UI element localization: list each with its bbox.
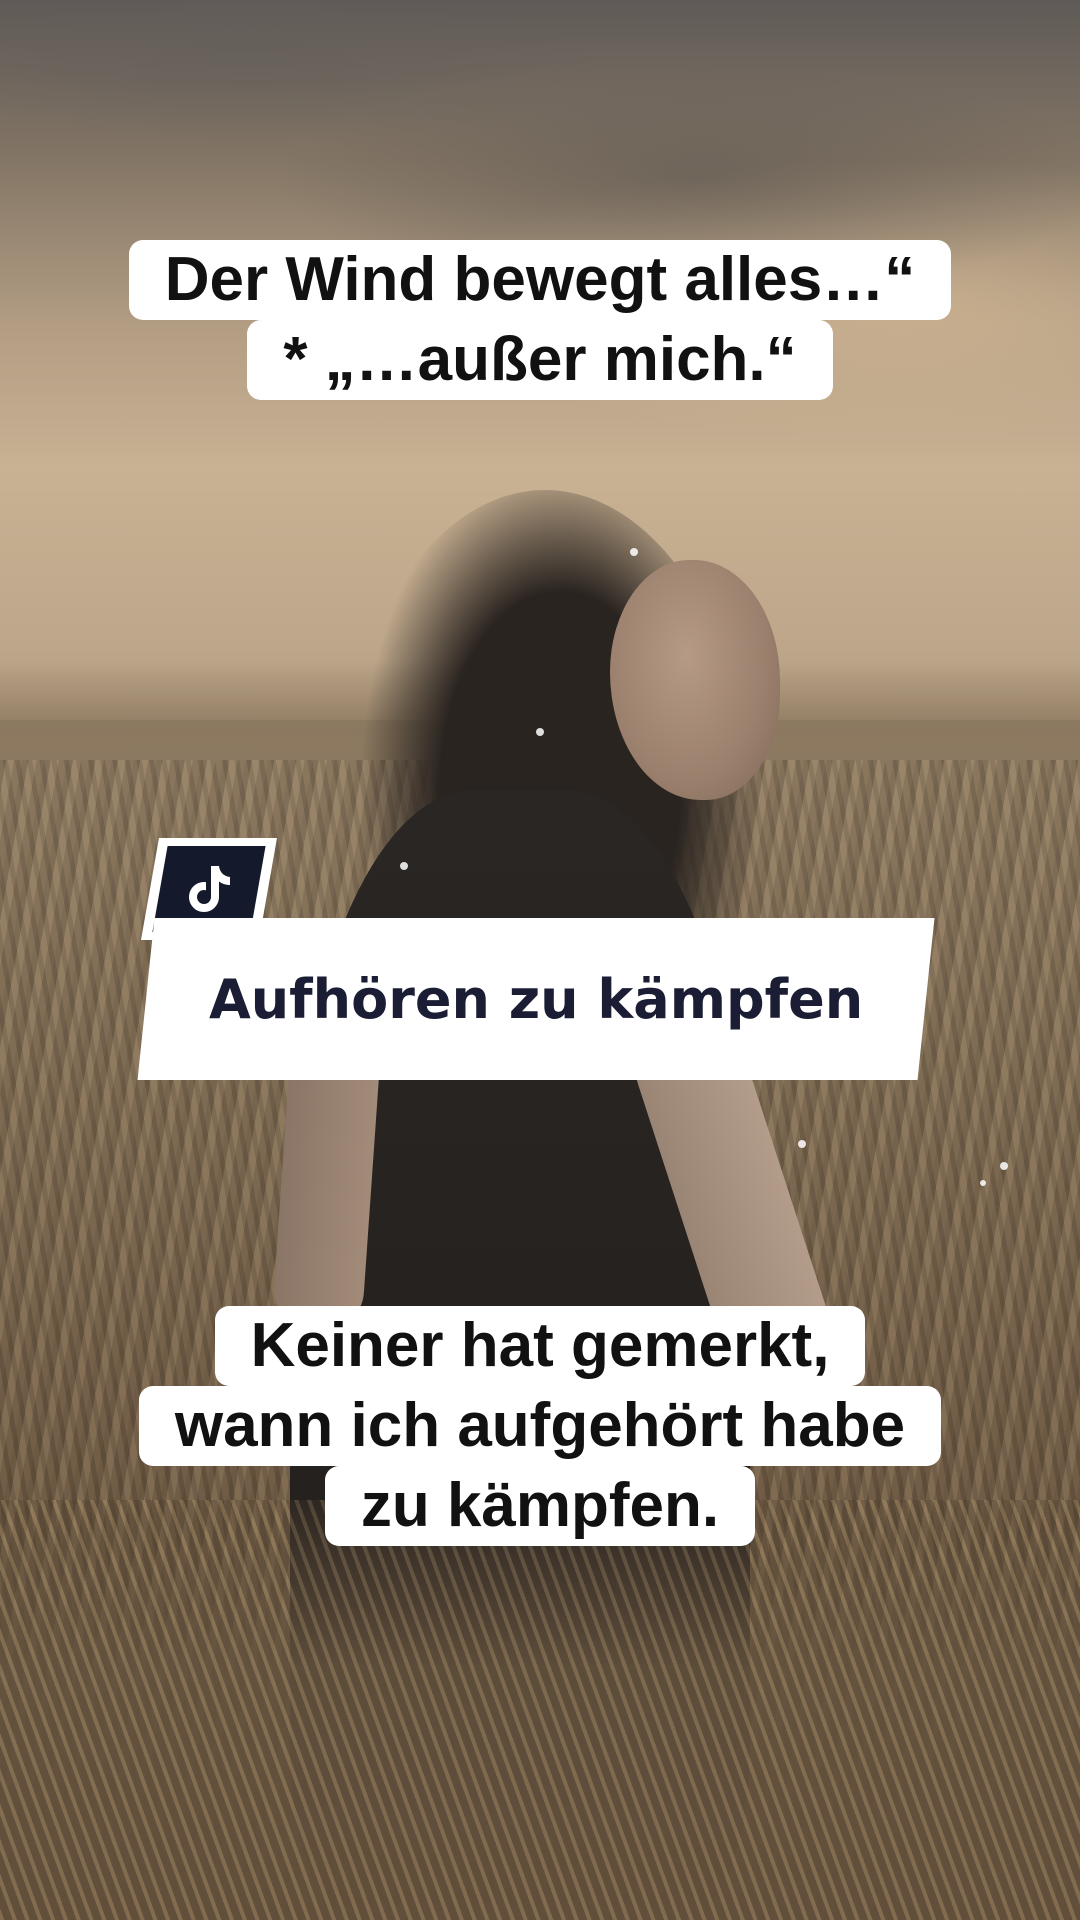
bottom-caption-line-3: zu kämpfen.: [324, 1466, 756, 1546]
dust-mote: [630, 548, 638, 556]
title-text: Aufhören zu kämpfen: [208, 967, 864, 1031]
bottom-caption-line-1: Keiner hat gemerkt,: [214, 1306, 866, 1386]
top-caption-line-2: * „…außer mich.“: [247, 320, 833, 400]
title-banner: Aufhören zu kämpfen: [137, 918, 935, 1080]
bottom-caption: Keiner hat gemerkt, wann ich aufgehört h…: [0, 1306, 1080, 1546]
dust-mote: [1000, 1162, 1008, 1170]
foreground-grass: [0, 1500, 1080, 1920]
top-caption: Der Wind bewegt alles…“ * „…außer mich.“: [0, 240, 1080, 400]
dust-mote: [400, 862, 408, 870]
dust-mote: [980, 1180, 986, 1186]
dust-mote: [798, 1140, 806, 1148]
top-caption-line-1: Der Wind bewegt alles…“: [128, 240, 952, 320]
tiktok-logo-icon: [187, 864, 231, 914]
bottom-caption-line-2: wann ich aufgehört habe: [138, 1386, 942, 1466]
dust-mote: [536, 728, 544, 736]
